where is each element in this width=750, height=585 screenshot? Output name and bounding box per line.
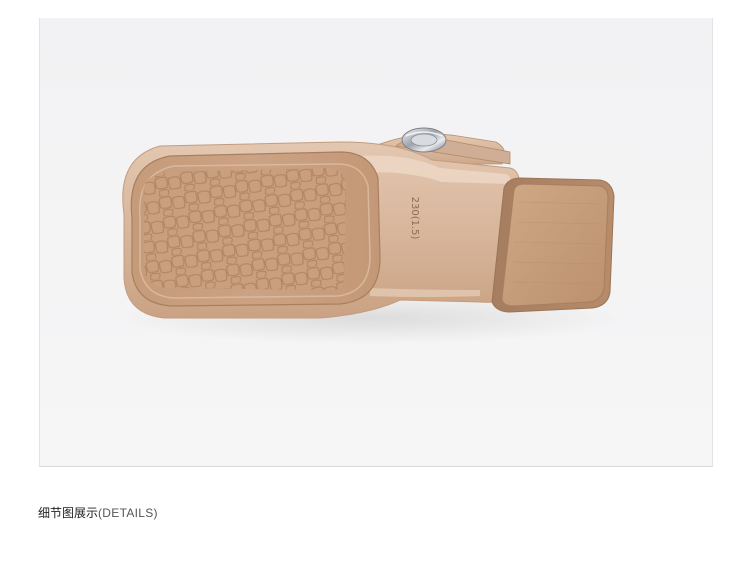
size-marking-text: 230(1.5) (409, 197, 420, 240)
shoe-sole-photo: 230(1.5) (110, 127, 630, 344)
product-photo-frame: 230(1.5) (39, 18, 713, 467)
buckle-icon (401, 127, 447, 153)
caption-title-cn: 细节图展示 (38, 506, 99, 520)
detail-page: 230(1.5) 细节图展示(DETAILS) (0, 0, 750, 585)
section-caption: 细节图展示(DETAILS) (38, 504, 158, 522)
caption-title-en: (DETAILS) (98, 506, 158, 520)
size-marking: 230(1.5) (409, 197, 420, 240)
